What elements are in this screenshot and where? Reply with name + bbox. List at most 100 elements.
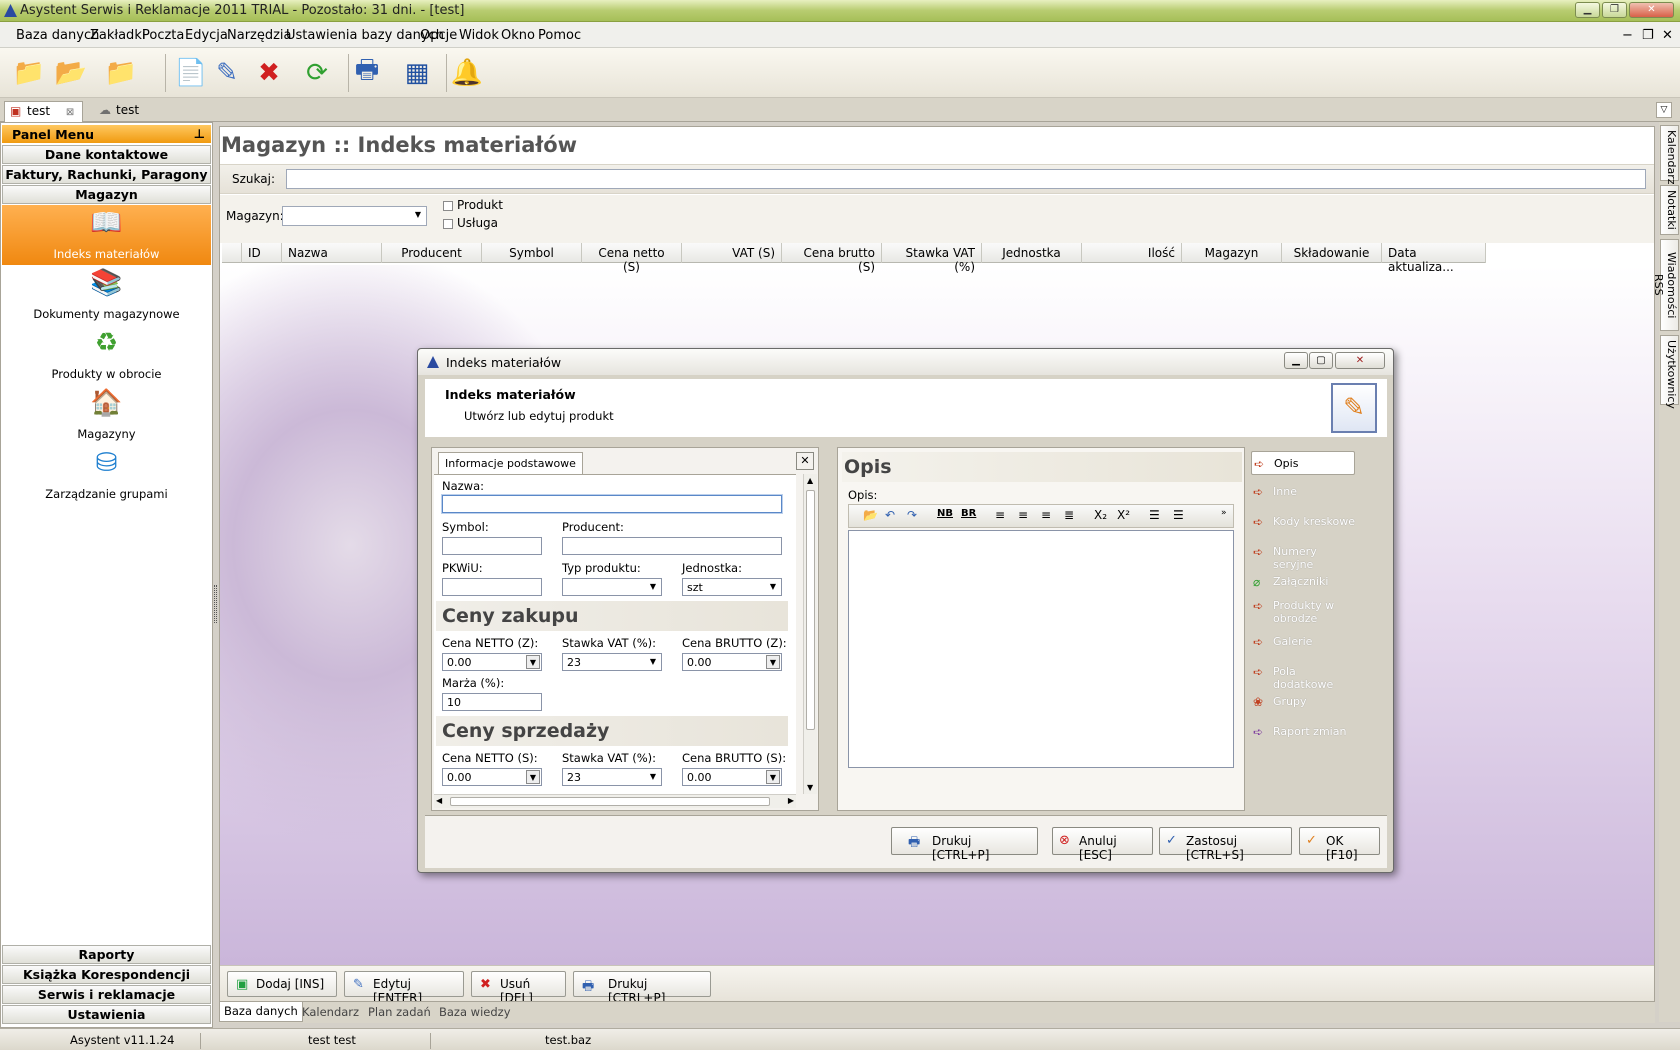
nav-grupy[interactable]: ❀ Grupy [1251,695,1355,709]
undo-icon[interactable]: ↶ [885,508,895,522]
menu-baza-danych[interactable]: Baza danych [16,28,99,43]
toolbar-overflow-icon[interactable]: » [1221,508,1227,518]
column-producent[interactable]: Producent [382,243,482,263]
nav-opis[interactable]: ➪ Opis [1251,451,1355,475]
calculator-icon[interactable]: ▦ [398,54,436,92]
delete-button[interactable]: ✖ Usuń [DEL] [471,971,566,1001]
section-ustawienia[interactable]: Ustawienia [2,1005,211,1024]
chevron-down-icon[interactable]: ▼ [526,655,540,669]
menu-poczta[interactable]: Poczta [142,28,184,43]
superscript-icon[interactable]: X² [1117,508,1130,522]
open-folder-icon[interactable]: 📂 [52,54,90,92]
rail-tab-kalendarz[interactable]: Kalendarz [1660,125,1679,185]
menu-edycja[interactable]: Edycja [185,28,228,43]
close-database-icon[interactable]: 📁 [102,54,140,92]
dialog-minimize-icon[interactable]: ▁ [1284,352,1308,369]
edit-record-icon[interactable]: ✎ [208,54,246,92]
restore-icon[interactable]: ❐ [1602,2,1627,18]
section-faktury[interactable]: Faktury, Rachunki, Paragony [2,165,211,184]
menu-widok[interactable]: Widok [459,28,499,43]
purchase-gross-input[interactable]: 0.00 ▼ [682,653,782,671]
tab-close-icon[interactable]: ⊠ [66,107,74,118]
column-cena-brutto[interactable]: Cena brutto (S) [782,243,882,274]
section-magazyn[interactable]: Magazyn [2,185,211,204]
scroll-up-icon[interactable]: ▲ [807,476,813,485]
bullet-list-icon[interactable]: ☰ [1149,508,1160,522]
product-checkbox[interactable] [443,201,453,211]
menu-opcje[interactable]: Opcje [420,28,457,43]
menu-okno[interactable]: Okno [501,28,535,43]
line-break-icon[interactable]: BR [961,508,976,519]
mdi-close-icon[interactable]: ✕ [1662,28,1673,43]
menu-pomoc[interactable]: Pomoc [538,28,581,43]
column-vat[interactable]: VAT (S) [682,243,782,263]
rail-tab-notatki[interactable]: Notatki [1660,185,1679,235]
sidebar-splitter[interactable] [214,585,217,623]
description-editor[interactable] [848,530,1234,768]
scroll-right-icon[interactable]: ▶ [788,796,794,805]
rail-tab-wiadomosci-rss[interactable]: Wiadomości RSS [1652,239,1679,331]
symbol-input[interactable] [442,537,542,555]
minimize-icon[interactable]: ▁ [1575,2,1600,18]
column-jednostka[interactable]: Jednostka [982,243,1082,263]
tabs-dropdown-icon[interactable]: ▽ [1656,102,1672,118]
mdi-restore-icon[interactable]: ❐ [1642,28,1654,43]
section-ksiazka-korespondencji[interactable]: Książka Korespondencji [2,965,211,984]
pin-icon[interactable]: ⊥ [194,126,205,141]
warehouse-select[interactable]: ▼ [282,206,427,226]
sidebar-item-dokumenty-magazynowe[interactable]: 📚 Dokumenty magazynowe [2,265,211,325]
menu-narzedzia[interactable]: Narzędzia [227,28,292,43]
add-record-icon[interactable]: 📄 [172,54,210,92]
nonbreaking-space-icon[interactable]: NB [937,508,953,519]
purchase-vat-select[interactable]: 23 ▼ [562,653,662,671]
margin-input[interactable]: 10 [442,693,542,711]
section-serwis-i-reklamacje[interactable]: Serwis i reklamacje [2,985,211,1004]
dialog-ok-button[interactable]: ✓ OK [F10] [1299,827,1380,862]
sidebar-item-zarzadzanie-grupami[interactable]: ⛁ Zarządzanie grupami [2,445,211,505]
panel-close-icon[interactable]: ✕ [796,452,814,470]
column-ilosc[interactable]: Ilość [1082,243,1182,263]
pkwiu-input[interactable] [442,578,542,596]
nav-numery-seryjne[interactable]: ➪ Numery seryjne [1251,545,1355,571]
nav-inne[interactable]: ➪ Inne [1251,485,1355,499]
column-data-aktualizacji[interactable]: Data aktualiza... [1382,243,1486,274]
sidebar-item-indeks-materialow[interactable]: 📖 Indeks materiałów [2,205,211,265]
dialog-print-button[interactable]: 🖶 Drukuj [CTRL+P] [891,827,1038,862]
unit-select[interactable]: szt ▼ [682,578,782,596]
product-type-select[interactable]: ▼ [562,578,662,596]
service-checkbox[interactable] [443,219,453,229]
chevron-down-icon[interactable]: ▼ [766,770,780,784]
refresh-icon[interactable]: ⟳ [298,54,336,92]
menu-zakladki[interactable]: Zakładki [90,28,145,43]
name-input[interactable] [442,495,782,513]
edit-button[interactable]: ✎ Edytuj [ENTER] [344,971,464,1001]
new-database-icon[interactable]: 📁 [10,54,48,92]
redo-icon[interactable]: ↷ [907,508,917,522]
delete-record-icon[interactable]: ✖ [250,54,288,92]
scroll-down-icon[interactable]: ▼ [807,783,813,792]
scroll-thumb[interactable] [450,797,770,806]
horizontal-scrollbar[interactable]: ◀ ▶ [434,794,796,808]
nav-pola-dodatkowe[interactable]: ➪ Pola dodatkowe [1251,665,1355,691]
scroll-left-icon[interactable]: ◀ [436,796,442,805]
column-symbol[interactable]: Symbol [482,243,582,263]
print-button[interactable]: 🖶 Drukuj [CTRL+P] [573,971,711,1001]
dialog-apply-button[interactable]: ✓ Zastosuj [CTRL+S] [1159,827,1292,862]
dialog-cancel-button[interactable]: ⊗ Anuluj [ESC] [1052,827,1153,862]
vertical-scrollbar[interactable]: ▲ ▼ [803,474,817,794]
tab-kalendarz[interactable]: Kalendarz [302,1005,359,1019]
print-icon[interactable]: 🖶 [348,54,386,92]
nav-raport-zmian[interactable]: ➪ Raport zmian [1251,725,1355,739]
open-folder-icon[interactable]: 📂 [863,508,878,522]
numbered-list-icon[interactable]: ☰ [1173,508,1184,522]
column-skladowanie[interactable]: Składowanie [1282,243,1382,263]
nav-produkty-w-obrodze[interactable]: ➪ Produkty w obrodze [1251,599,1355,625]
sale-vat-select[interactable]: 23 ▼ [562,768,662,786]
column-id[interactable]: ID [242,243,282,263]
dialog-close-icon[interactable]: ✕ [1335,352,1385,369]
column-cena-netto[interactable]: Cena netto (S) [582,243,682,274]
subscript-icon[interactable]: X₂ [1094,508,1107,522]
close-icon[interactable]: ✕ [1629,2,1674,18]
column-stawka-vat[interactable]: Stawka VAT (%) [882,243,982,274]
sidebar-item-magazyny[interactable]: 🏠 Magazyny [2,385,211,445]
